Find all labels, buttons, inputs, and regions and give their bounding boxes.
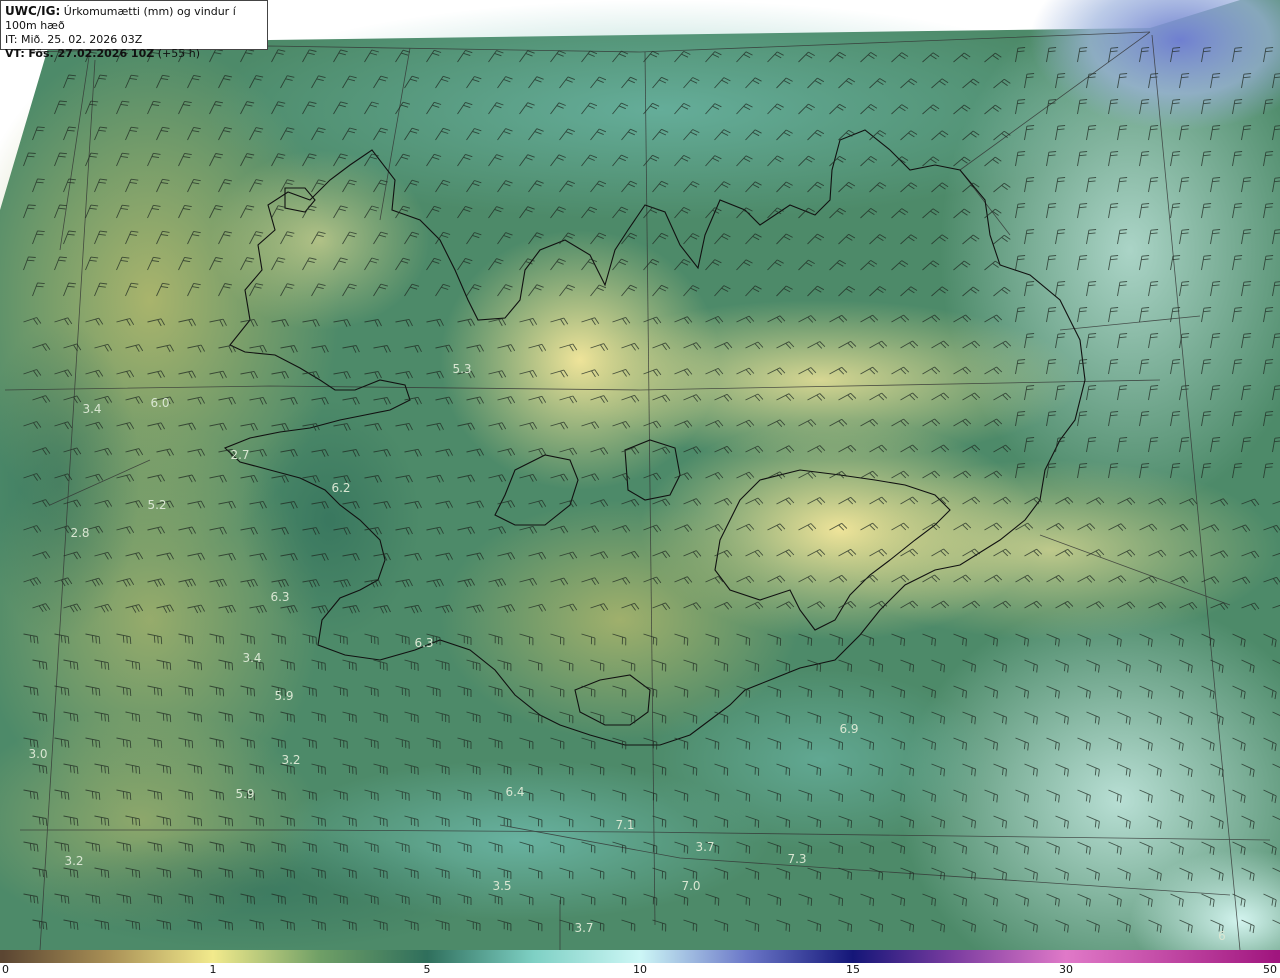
colorbar-tick-label: 1 [209,963,217,976]
value-label: 3.2 [281,753,300,767]
value-label: 2.8 [70,526,89,540]
colorbar-tick-label: 30 [1059,963,1073,976]
issue-time: IT: Mið. 25. 02. 2026 03Z [5,33,143,46]
colorbar-tick-label: 10 [633,963,647,976]
value-label: 6.9 [839,722,858,736]
value-label: 3.4 [242,651,261,665]
value-label: 7.3 [787,852,806,866]
value-label: 6 [1218,929,1226,943]
precipitation-map: 5.3 3.4 6.0 2.7 6.2 5.2 2.8 6.3 6.3 3.4 5.9 3.0 3.2 5… [0,0,1280,950]
value-label: 2.7 [230,448,249,462]
lead-time: (+55 h) [157,47,200,60]
valid-time: VT: Fös. 27.02.2026 10Z (+55 h) [5,47,200,60]
colorbar-tick-label: 0 [2,963,9,976]
colorbar-tick-label: 5 [423,963,431,976]
value-label: 7.0 [681,879,700,893]
value-label: 5.9 [274,689,293,703]
colorbar-tick-label: 50 [1263,963,1277,976]
value-label: 5.3 [452,362,471,376]
value-label: 5.2 [147,498,166,512]
map-info-box: UWC/IG: Úrkomumætti (mm) og vindur í 100… [0,0,268,60]
colorbar-tick-label: 15 [846,963,860,976]
value-label: 6.4 [505,785,524,799]
valid-time-value: Fös. 27.02.2026 10Z [28,47,155,60]
value-label: 6.0 [150,396,169,410]
value-label: 3.5 [492,879,511,893]
value-label: 3.2 [64,854,83,868]
value-label: 5.9 [235,787,254,801]
value-label: 6.3 [270,590,289,604]
value-label: 3.0 [28,747,47,761]
value-label: 6.2 [331,481,350,495]
value-label: 7.1 [615,818,634,832]
value-label: 3.4 [82,402,101,416]
value-label: 3.7 [695,840,714,854]
value-label: 6.3 [414,636,433,650]
colorbar [0,950,1280,963]
map-title: UWC/IG: Úrkomumætti (mm) og vindur í 100… [5,4,263,33]
value-label: 3.7 [574,921,593,935]
product-code: UWC/IG: [5,4,61,18]
